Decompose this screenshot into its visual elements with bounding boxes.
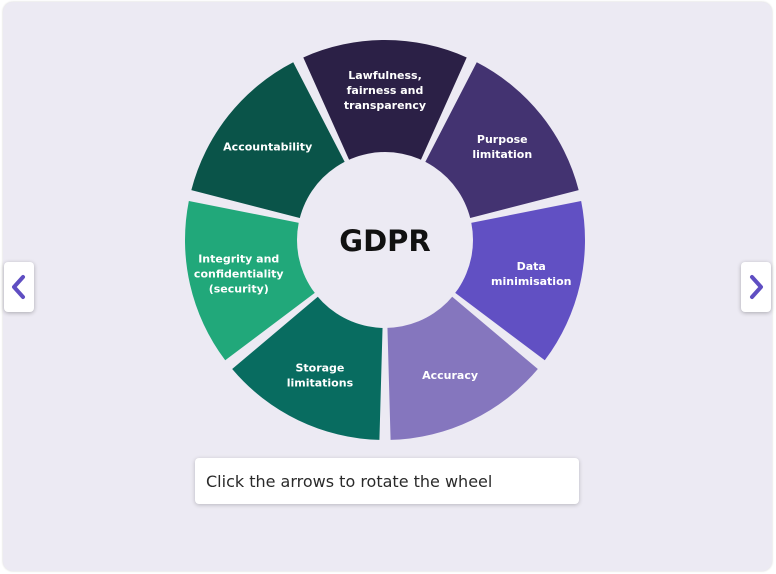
wheel-segment-label-line: minimisation [491, 275, 571, 288]
wheel-segment-label-line: fairness and [347, 84, 424, 97]
wheel-segment-label: Accuracy [422, 369, 478, 382]
rotate-left-button[interactable] [4, 262, 34, 312]
wheel-segment-label-line: Data [517, 260, 546, 273]
wheel-segment-label: Accountability [223, 140, 312, 153]
wheel-segment-label-line: Accountability [223, 140, 312, 153]
wheel-segment-label-line: limitations [287, 377, 354, 390]
rotate-right-button[interactable] [741, 262, 771, 312]
wheel-segment-label-line: Storage [295, 362, 344, 375]
wheel-segment-label-line: limitation [472, 148, 532, 161]
chevron-right-icon [750, 275, 763, 299]
wheel-segment-label-line: (security) [209, 282, 269, 295]
instruction-text: Click the arrows to rotate the wheel [206, 471, 493, 491]
wheel-segment-label-line: confidentiality [194, 267, 284, 280]
wheel-segment-label: Lawfulness, fairness and transparency [344, 69, 426, 112]
wheel-segment-label-line: Accuracy [422, 369, 478, 382]
wheel-segment-label-line: transparency [344, 99, 426, 112]
wheel-segment-label-line: Purpose [477, 133, 528, 146]
instruction-caption: Click the arrows to rotate the wheel [195, 458, 579, 504]
wheel-segment-label-line: Lawfulness, [348, 69, 422, 82]
wheel-segment-label-line: Integrity and [198, 252, 279, 265]
chevron-left-icon [12, 275, 25, 299]
wheel-center-label: GDPR [339, 224, 430, 258]
